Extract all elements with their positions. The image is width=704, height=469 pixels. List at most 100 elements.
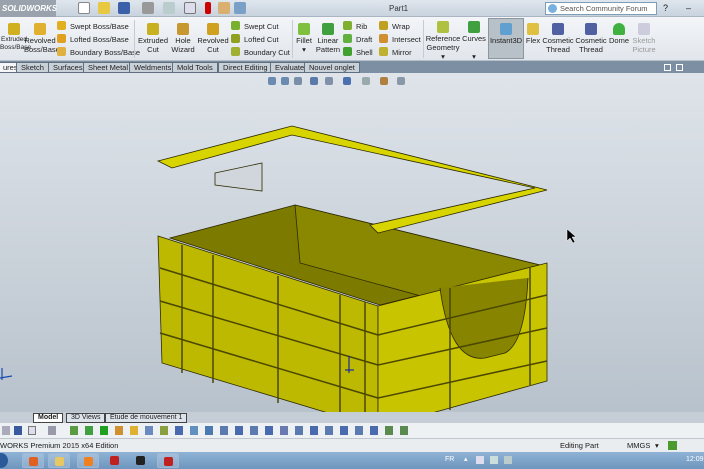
tab-weldments[interactable]: Weldments — [129, 62, 177, 73]
taskbar-solidworks-active[interactable] — [157, 453, 179, 468]
tab-sketch[interactable]: Sketch — [16, 62, 49, 73]
extruded-cut-button[interactable]: Extruded Cut — [136, 23, 170, 54]
filter-faces-icon[interactable] — [100, 426, 108, 435]
tab-surfaces[interactable]: Surfaces — [48, 62, 88, 73]
taskbar-firefox[interactable] — [22, 453, 44, 468]
filter-welds-icon[interactable] — [235, 426, 243, 435]
help-icon[interactable]: ? — [663, 3, 668, 13]
select-icon[interactable] — [184, 2, 196, 14]
mirror-button[interactable]: Mirror — [379, 47, 412, 57]
label: Wrap — [392, 22, 410, 31]
filter-surface-finish-icon[interactable] — [280, 426, 288, 435]
swept-boss-button[interactable]: Swept Boss/Base — [57, 21, 129, 31]
volume-icon[interactable] — [504, 456, 512, 464]
options-icon[interactable] — [234, 2, 246, 14]
flag-icon[interactable] — [476, 456, 484, 464]
wrap-button[interactable]: Wrap — [379, 21, 410, 31]
linear-pattern-button[interactable]: Linear Pattern — [315, 23, 341, 54]
search-community-input[interactable]: Search Community Forum — [545, 2, 657, 15]
filter-points-icon[interactable] — [175, 426, 183, 435]
filter-centermark-icon[interactable] — [400, 426, 408, 435]
minimize-icon[interactable]: – — [686, 3, 691, 13]
print-icon[interactable] — [142, 2, 154, 14]
select-tool-icon[interactable] — [2, 426, 10, 435]
filter-tolerance-icon[interactable] — [265, 426, 273, 435]
flex-button[interactable]: Flex — [524, 23, 542, 45]
start-button[interactable] — [0, 453, 8, 468]
units-selector[interactable]: MMGS — [627, 439, 650, 452]
tab-model[interactable]: Model — [33, 413, 64, 423]
cosmetic-thread-button-2[interactable]: Cosmetic Thread — [575, 23, 607, 54]
filter-sketch-icon[interactable] — [190, 426, 198, 435]
rib-button[interactable]: Rib — [343, 21, 367, 31]
network-icon[interactable] — [490, 456, 498, 464]
rebuild-icon[interactable] — [205, 2, 211, 14]
tray-arrow-icon[interactable]: ▴ — [464, 455, 468, 463]
boundary-boss-button[interactable]: Boundary Boss/Base — [57, 47, 140, 57]
taskbar-explorer[interactable] — [48, 453, 70, 468]
filter-planes-icon[interactable] — [160, 426, 168, 435]
language-indicator[interactable]: FR — [445, 456, 454, 463]
filter-cosmetic-thread-icon[interactable] — [325, 426, 333, 435]
filter-axes-icon[interactable] — [145, 426, 153, 435]
crate-model[interactable] — [0, 73, 704, 412]
revolved-boss-button[interactable]: Revolved Boss/Base — [24, 23, 60, 54]
filter-connection-icon[interactable] — [370, 426, 378, 435]
reference-geometry-button[interactable]: Reference Geometry ▾ — [425, 21, 461, 61]
filter-midpoint-icon[interactable] — [385, 426, 393, 435]
filter-datum-icon[interactable] — [250, 426, 258, 435]
open-icon[interactable] — [98, 2, 110, 14]
sketch-picture-button[interactable]: Sketch Picture — [630, 23, 658, 54]
tab-direct-editing[interactable]: Direct Editing — [218, 62, 273, 73]
undo-icon[interactable] — [163, 2, 175, 14]
new-document-icon[interactable] — [78, 2, 90, 14]
filter-dimensions-icon[interactable] — [205, 426, 213, 435]
tab-sheet-metal[interactable]: Sheet Metal — [83, 62, 134, 73]
filter-routing-icon[interactable] — [340, 426, 348, 435]
filter-gtol-icon[interactable] — [295, 426, 303, 435]
units-arrow[interactable]: ▾ — [655, 439, 659, 452]
taskbar-app[interactable] — [130, 453, 152, 468]
cascade-icon[interactable] — [676, 64, 683, 71]
intersect-button[interactable]: Intersect — [379, 34, 421, 44]
filter-blocks-icon[interactable] — [310, 426, 318, 435]
tile-icon[interactable] — [664, 64, 671, 71]
separator — [423, 20, 424, 58]
taskbar-media-player[interactable] — [77, 453, 99, 468]
filter-mates-icon[interactable] — [355, 426, 363, 435]
save-icon[interactable] — [118, 2, 130, 14]
lofted-cut-button[interactable]: Lofted Cut — [231, 34, 279, 44]
filter-solids-icon[interactable] — [130, 426, 138, 435]
filter-vertices-icon[interactable] — [70, 426, 78, 435]
filter-notes-icon[interactable] — [220, 426, 228, 435]
swept-cut-button[interactable]: Swept Cut — [231, 21, 279, 31]
clock[interactable]: 12:09 — [686, 456, 704, 463]
filter-surfaces-icon[interactable] — [115, 426, 123, 435]
select-other-icon[interactable] — [48, 426, 56, 435]
selection-filter-icon[interactable] — [14, 426, 22, 435]
tab-mold-tools[interactable]: Mold Tools — [172, 62, 218, 73]
instant3d-label[interactable]: Instant3D — [489, 23, 523, 45]
label: Flex — [525, 36, 541, 45]
rebuild-status-icon[interactable] — [668, 441, 677, 450]
tab-3d-views[interactable]: 3D Views — [66, 413, 106, 423]
pointer-icon[interactable] — [28, 426, 36, 435]
filter-edges-icon[interactable] — [85, 426, 93, 435]
fillet-button[interactable]: Fillet ▾ — [293, 23, 315, 54]
shell-button[interactable]: Shell — [343, 47, 373, 57]
dome-button[interactable]: Dome — [608, 23, 630, 45]
boundary-cut-button[interactable]: Boundary Cut — [231, 47, 290, 57]
revolved-cut-button[interactable]: Revolved Cut — [197, 23, 229, 54]
draft-button[interactable]: Draft — [343, 34, 372, 44]
file-properties-icon[interactable] — [218, 2, 230, 14]
tab-nouvel-onglet[interactable]: Nouvel onglet — [304, 62, 360, 73]
curves-button[interactable]: Curves ▾ — [462, 21, 486, 61]
cosmetic-thread-button[interactable]: Cosmetic Thread — [542, 23, 574, 54]
lofted-boss-button[interactable]: Lofted Boss/Base — [57, 34, 129, 44]
tab-motion-study[interactable]: Etude de mouvement 1 — [105, 413, 188, 423]
taskbar-solidworks[interactable] — [104, 453, 126, 468]
graphics-area[interactable] — [0, 73, 704, 412]
label: Revolved — [24, 36, 56, 45]
solidworks-logo[interactable]: SOLIDWORKS — [0, 0, 57, 17]
hole-wizard-button[interactable]: Hole Wizard — [170, 23, 196, 54]
